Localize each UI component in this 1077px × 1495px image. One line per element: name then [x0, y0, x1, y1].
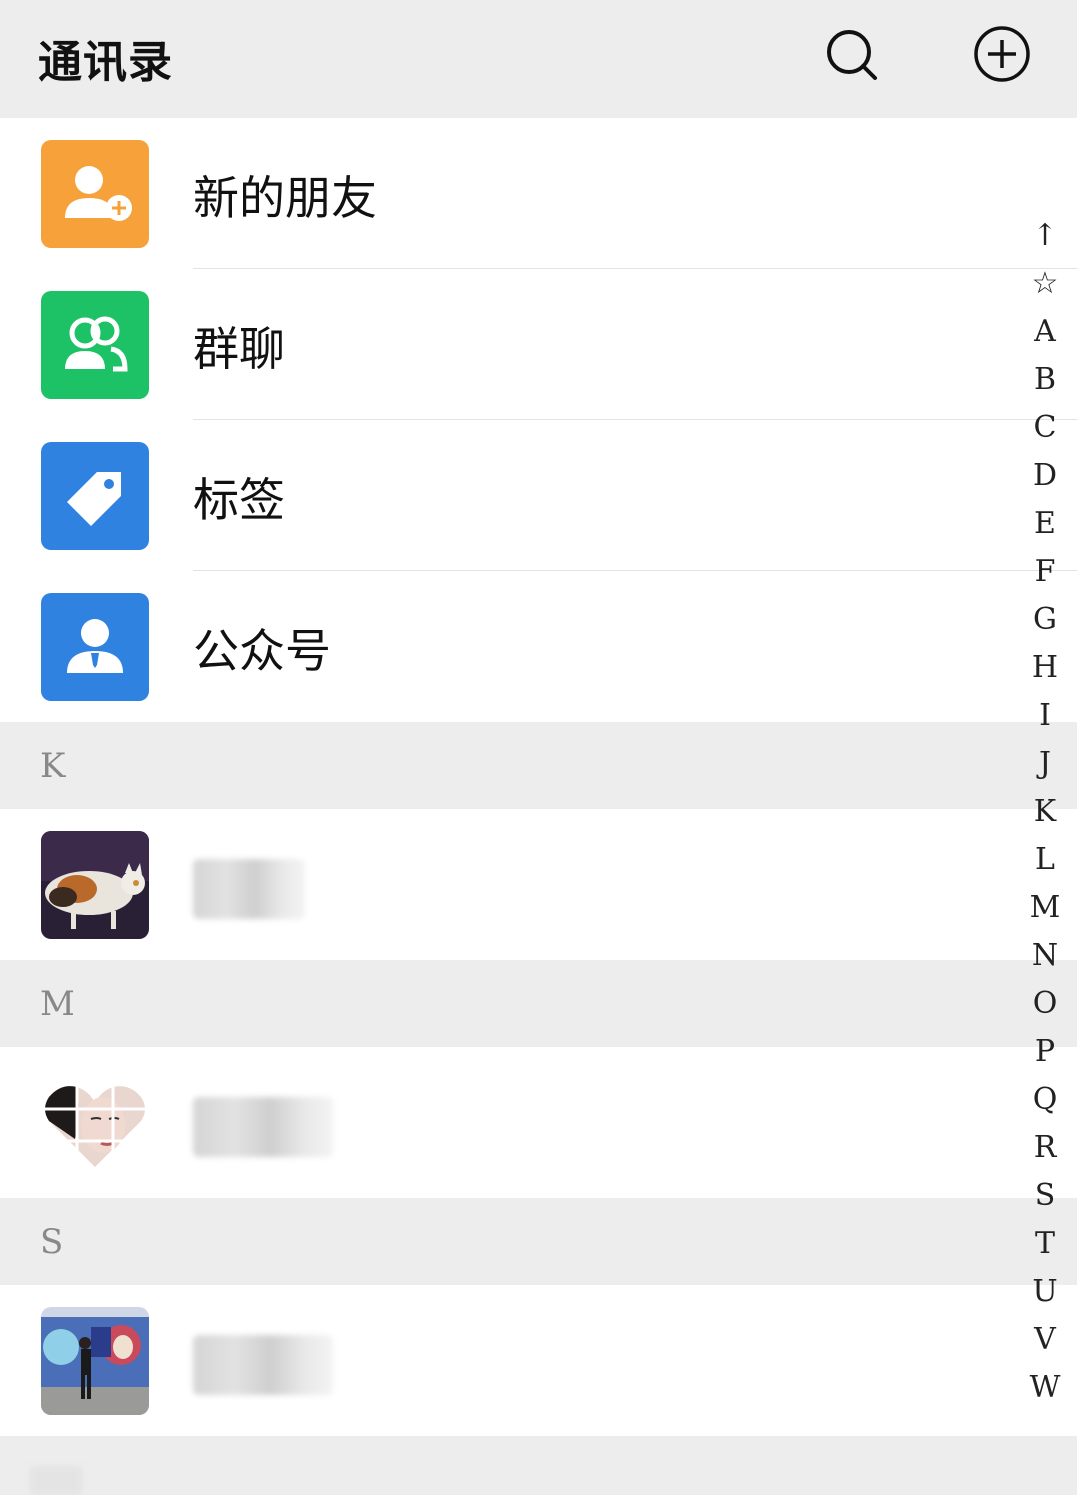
add-friend-icon	[41, 140, 149, 248]
index-letter[interactable]: H	[1027, 644, 1063, 692]
official-account-icon	[41, 593, 149, 701]
search-icon	[827, 30, 877, 80]
index-letter[interactable]: O	[1027, 980, 1063, 1028]
index-letter[interactable]: L	[1027, 836, 1063, 884]
index-letter[interactable]: P	[1027, 1028, 1063, 1076]
plus-circle-icon	[974, 26, 1030, 82]
index-letter[interactable]: J	[1027, 740, 1063, 788]
index-letter[interactable]: N	[1027, 932, 1063, 980]
official-accounts-label: 公众号	[193, 624, 331, 678]
tags-row[interactable]: 标签	[0, 420, 1077, 571]
group-chats-row[interactable]: 群聊	[0, 269, 1077, 420]
add-button[interactable]	[972, 24, 1032, 84]
index-letter[interactable]: M	[1027, 884, 1063, 932]
avatar	[41, 831, 149, 939]
contact-name-redacted	[193, 1097, 333, 1157]
group-chats-label: 群聊	[193, 322, 285, 376]
contact-name-redacted	[193, 859, 305, 919]
index-letter[interactable]: C	[1027, 404, 1063, 452]
official-accounts-row[interactable]: 公众号	[0, 571, 1077, 722]
section-letter-redacted	[30, 1466, 82, 1495]
index-letter[interactable]: B	[1027, 356, 1063, 404]
index-letter[interactable]: ☆	[1027, 260, 1063, 308]
contact-name-redacted	[193, 1335, 333, 1395]
section-header-next	[0, 1436, 1077, 1495]
index-letter[interactable]: I	[1027, 692, 1063, 740]
index-letter[interactable]: Q	[1027, 1076, 1063, 1124]
index-letter[interactable]: F	[1027, 548, 1063, 596]
section-header-s: S	[0, 1198, 1077, 1285]
tag-icon	[41, 442, 149, 550]
top-bar: 通讯录	[0, 0, 1077, 118]
page-title: 通讯录	[38, 37, 173, 88]
search-button[interactable]	[821, 24, 881, 84]
index-letter[interactable]: D	[1027, 452, 1063, 500]
index-letter[interactable]: U	[1027, 1268, 1063, 1316]
new-friends-row[interactable]: 新的朋友	[0, 118, 1077, 269]
section-header-k: K	[0, 722, 1077, 809]
section-header-m: M	[0, 960, 1077, 1047]
index-letter[interactable]: ↑	[1027, 212, 1063, 260]
index-letter[interactable]: K	[1027, 788, 1063, 836]
index-letter[interactable]: A	[1027, 308, 1063, 356]
index-letter[interactable]: S	[1027, 1172, 1063, 1220]
index-letter[interactable]: E	[1027, 500, 1063, 548]
index-letter[interactable]: T	[1027, 1220, 1063, 1268]
section-letter: S	[40, 1222, 64, 1262]
group-chat-icon	[41, 291, 149, 399]
section-letter: K	[40, 746, 66, 786]
contact-row[interactable]	[0, 1047, 1077, 1198]
section-letter: M	[40, 984, 75, 1024]
avatar	[41, 1307, 149, 1415]
new-friends-label: 新的朋友	[193, 171, 377, 225]
avatar	[41, 1069, 149, 1177]
index-letter[interactable]: R	[1027, 1124, 1063, 1172]
tags-label: 标签	[193, 473, 285, 527]
contact-row[interactable]	[0, 809, 1077, 960]
index-letter[interactable]: V	[1027, 1316, 1063, 1364]
contact-row[interactable]	[0, 1285, 1077, 1436]
index-letter[interactable]: W	[1027, 1364, 1063, 1412]
alphabet-index-bar[interactable]: ↑ ☆ A B C D E F G H I J K L M N O P Q R S T U V W	[1027, 212, 1063, 1412]
index-letter[interactable]: G	[1027, 596, 1063, 644]
